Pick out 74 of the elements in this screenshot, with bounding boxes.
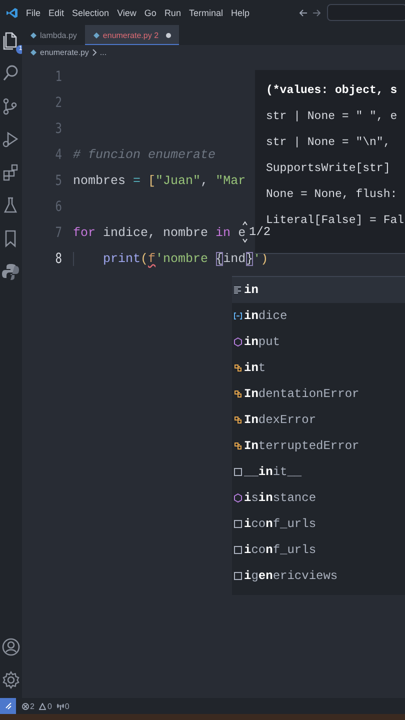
python-file-icon	[30, 49, 37, 56]
line-number: 6	[54, 199, 62, 215]
line-number: 8	[54, 251, 62, 267]
menu-item[interactable]: Selection	[68, 8, 114, 18]
line-number: 3	[54, 121, 62, 137]
class-icon	[234, 363, 242, 373]
settings-icon[interactable]	[1, 670, 21, 690]
remote-button[interactable]	[0, 698, 16, 714]
line-number: 2	[54, 95, 62, 111]
menu-item[interactable]: Help	[226, 8, 254, 18]
line-number: 4	[54, 147, 62, 163]
python-file-icon	[92, 32, 100, 38]
menu-item[interactable]: View	[113, 8, 140, 18]
suggestion-item[interactable]: int	[232, 355, 405, 381]
suggestion-item[interactable]: in	[232, 277, 405, 303]
variable-icon	[234, 311, 242, 321]
signature-text: str | None = " ", e	[266, 109, 398, 125]
menu-item[interactable]: Go	[140, 8, 160, 18]
back-arrow-icon[interactable]	[299, 8, 308, 16]
function-icon	[234, 337, 242, 347]
status-count[interactable]: 0	[47, 702, 52, 710]
error-icon	[22, 702, 29, 710]
suggestion-item[interactable]: indice	[232, 303, 405, 329]
breadcrumb-item[interactable]: enumerate.py	[40, 48, 89, 57]
python-icon[interactable]	[1, 262, 21, 282]
code-line: # funcion enumerate	[73, 148, 216, 162]
signature-text: (*values: object, s	[266, 83, 398, 99]
signature-text: Literal[False] = Fal	[266, 213, 405, 227]
signature-text: str | None = "\n",	[266, 135, 392, 151]
line-number: 1	[54, 69, 62, 85]
suggestion-item[interactable]: igenericviews	[232, 563, 405, 589]
code-line: for indice, nombre in e	[73, 226, 246, 240]
suggestion-item[interactable]: IndexError	[232, 407, 405, 433]
text-icon	[234, 467, 242, 477]
vscode-logo-icon[interactable]	[6, 6, 18, 18]
suggestion-item[interactable]: isinstance	[232, 485, 405, 511]
code-line: nombres = ["Juan", "Mar	[73, 174, 246, 188]
status-count[interactable]: 2	[30, 702, 34, 710]
menu-item[interactable]: File	[22, 8, 45, 18]
keyword-icon	[234, 285, 242, 295]
line-number: 7	[54, 225, 62, 241]
python-file-icon	[30, 32, 37, 38]
menu-item[interactable]: Run	[160, 8, 185, 18]
suggestion-item[interactable]: iconf_urls	[232, 537, 405, 563]
suggestion-item[interactable]: iconf_urls	[232, 511, 405, 537]
line-number: 5	[54, 173, 62, 189]
function-icon	[234, 493, 242, 503]
account-icon[interactable]	[1, 637, 21, 657]
breadcrumb-item[interactable]: ...	[100, 48, 107, 57]
status-count[interactable]: 0	[64, 702, 70, 710]
chevron-right-icon	[92, 49, 97, 56]
menu-item[interactable]: Terminal	[184, 8, 227, 18]
signature-text: None = None, flush:	[266, 187, 398, 203]
class-icon	[234, 415, 242, 425]
menu-item[interactable]: Edit	[44, 8, 68, 18]
editor-tab[interactable]: lambda.py	[22, 25, 85, 45]
suggestion-item[interactable]: __init__	[232, 459, 405, 485]
forward-arrow-icon[interactable]	[312, 8, 321, 16]
suggestion-item[interactable]: InterruptedError	[232, 433, 405, 459]
editor-tab[interactable]: enumerate.py 2	[84, 25, 179, 45]
text-icon	[234, 519, 242, 529]
search-field[interactable]	[327, 4, 405, 21]
text-icon	[234, 571, 242, 581]
suggestion-item[interactable]: input	[232, 329, 405, 355]
run-debug-icon[interactable]	[1, 130, 21, 150]
class-icon	[234, 441, 242, 451]
antenna-icon	[56, 702, 64, 710]
remote-icon	[4, 702, 12, 710]
overload-counter: 1/2	[249, 225, 271, 239]
class-icon	[234, 389, 242, 399]
warning-icon	[39, 702, 46, 710]
suggestion-item[interactable]: IndentationError	[232, 381, 405, 407]
signature-text: SupportsWrite[str]	[266, 161, 392, 177]
text-icon	[234, 545, 242, 555]
